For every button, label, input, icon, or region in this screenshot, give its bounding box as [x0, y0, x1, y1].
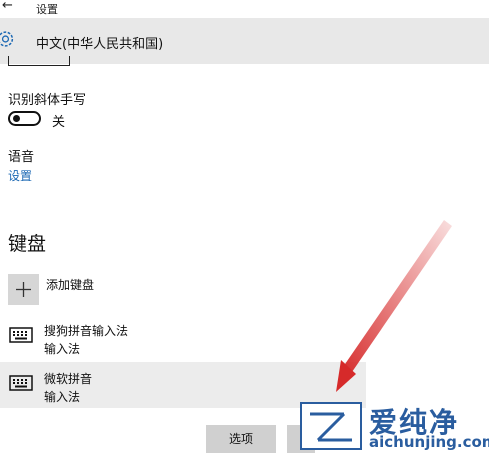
speech-settings-link[interactable]: 设置 — [8, 167, 32, 184]
page-title: 中文(中华人民共和国) — [36, 37, 164, 52]
add-keyboard-button[interactable] — [8, 274, 39, 305]
keyboard-icon — [9, 327, 33, 343]
keyboard-item-type: 输入法 — [44, 390, 81, 404]
keyboard-item-name: 微软拼音 — [44, 372, 93, 386]
keyboard-item-name: 搜狗拼音输入法 — [44, 324, 129, 338]
plus-icon — [16, 282, 31, 297]
back-arrow-icon[interactable]: ← — [2, 0, 13, 13]
keyboard-section-title: 键盘 — [8, 233, 47, 255]
page-header: 中文(中华人民共和国) — [0, 18, 489, 64]
handwriting-label: 识别斜体手写 — [8, 93, 87, 108]
keyboard-item-type: 输入法 — [44, 342, 81, 356]
speech-label: 语音 — [8, 150, 35, 165]
options-button[interactable]: 选项 — [206, 425, 276, 453]
partial-control-fragment — [8, 56, 70, 66]
gear-icon — [0, 31, 14, 47]
window-title: 设置 — [36, 3, 58, 16]
title-bar: ← 设置 — [0, 0, 489, 18]
watermark-url: aichunjing.com — [369, 433, 489, 451]
keyboard-icon — [9, 375, 33, 391]
keyboard-item-sogou[interactable]: 搜狗拼音输入法 输入法 — [0, 318, 366, 360]
toggle-knob — [13, 115, 20, 122]
watermark-logo-icon — [300, 402, 362, 450]
toggle-state-label: 关 — [52, 115, 66, 130]
add-keyboard-label[interactable]: 添加键盘 — [46, 276, 94, 293]
italic-handwriting-toggle[interactable] — [8, 111, 41, 126]
